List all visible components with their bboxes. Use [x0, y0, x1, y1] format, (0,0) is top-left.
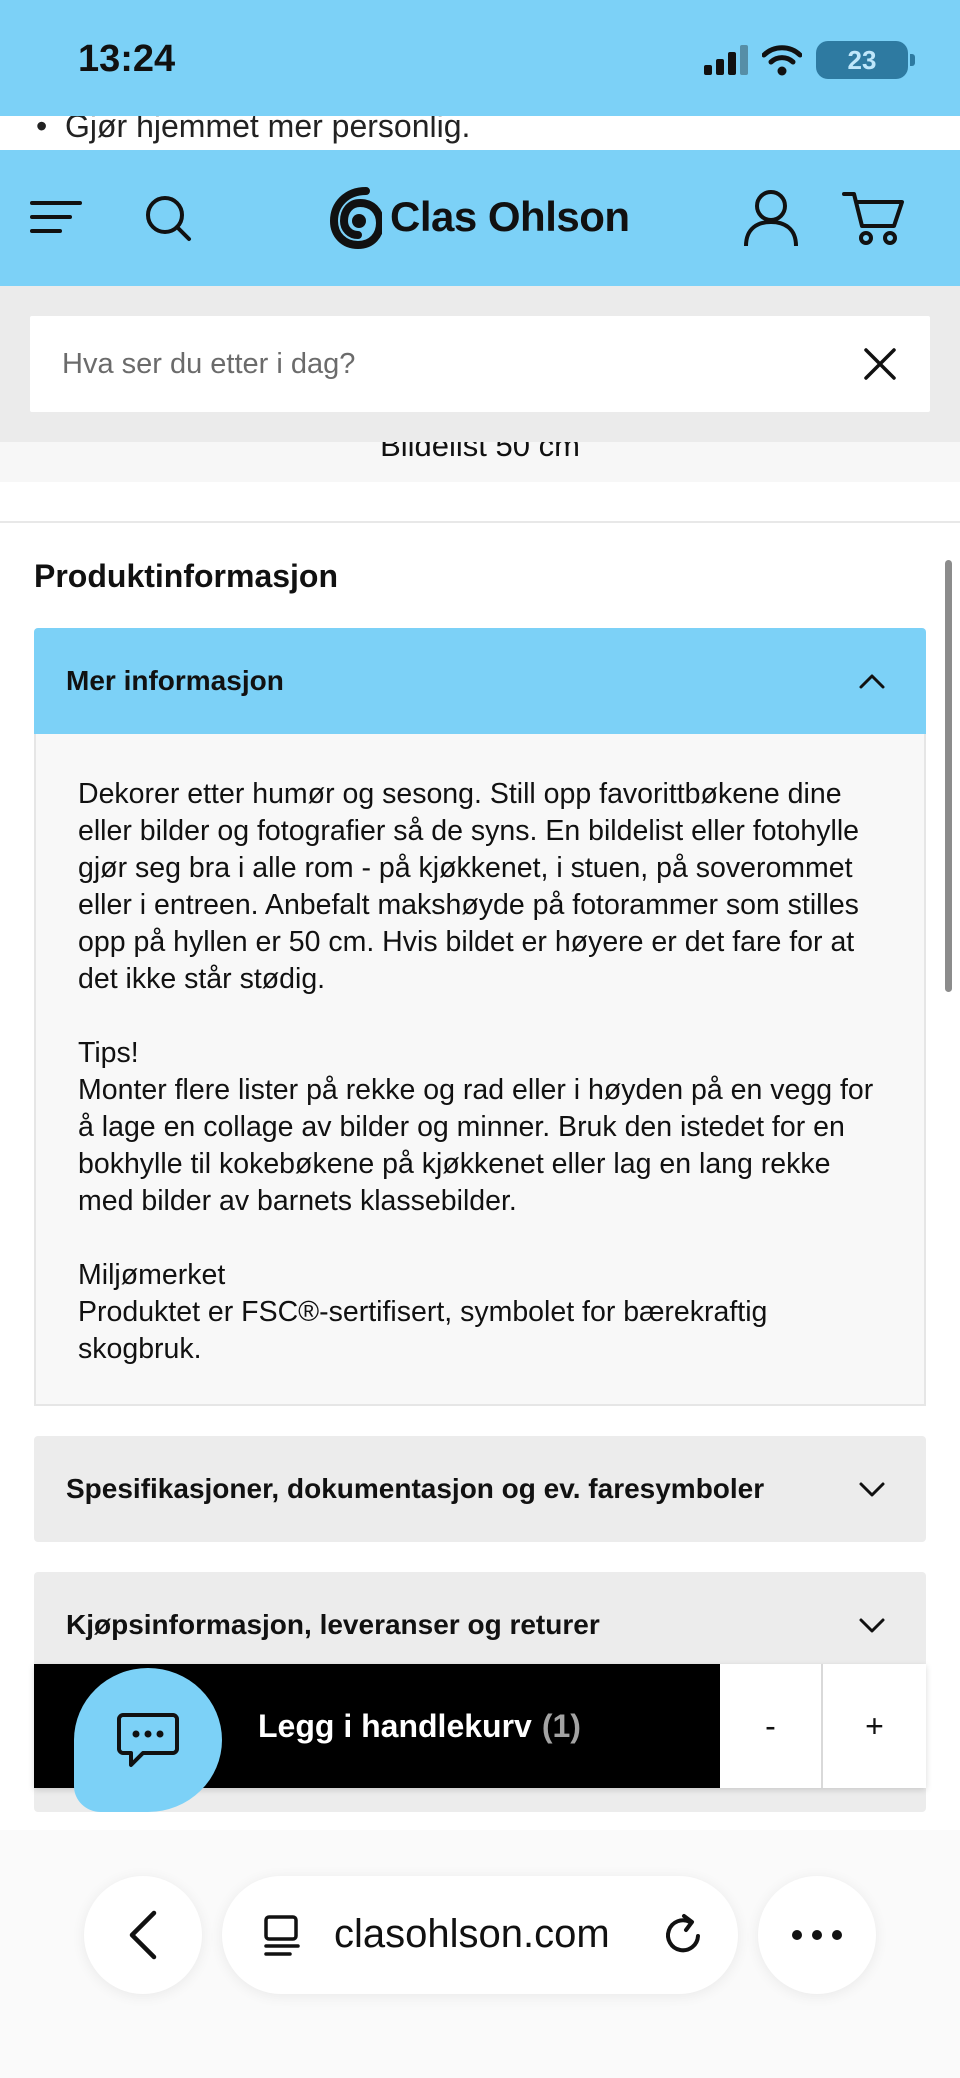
accordion-header-more-info[interactable]: Mer informasjon	[34, 628, 926, 734]
menu-icon[interactable]	[28, 188, 88, 248]
accordion-header-specifications[interactable]: Spesifikasjoner, dokumentasjon og ev. fa…	[34, 1436, 926, 1542]
chevron-left-icon	[129, 1910, 157, 1960]
tips-paragraph: Tips! Monter flere lister på rekke og ra…	[78, 1037, 874, 1217]
address-bar[interactable]: clasohlson.com	[222, 1876, 738, 1994]
chevron-up-icon	[859, 674, 885, 689]
eco-label-paragraph: Miljømerket Produktet er FSC®-sertifiser…	[78, 1259, 768, 1365]
search-area	[0, 286, 960, 442]
close-icon[interactable]	[860, 344, 900, 384]
status-bar: 13:24 23	[0, 0, 960, 116]
browser-toolbar: clasohlson.com	[0, 1830, 960, 2078]
cart-count: (1)	[541, 1707, 581, 1744]
add-to-cart-label: Legg i handlekurv	[258, 1707, 532, 1744]
accordion-title: Kjøpsinformasjon, leveranser og returer	[66, 1609, 600, 1640]
more-icon	[792, 1930, 842, 1940]
signal-icon	[704, 45, 748, 75]
chevron-down-icon	[859, 1482, 885, 1497]
quantity-decrease-button[interactable]: -	[720, 1664, 823, 1788]
page-menu-icon[interactable]	[260, 1914, 304, 1958]
search-box	[30, 316, 930, 412]
scrolled-product-title: Bildelist 50 cm	[0, 442, 960, 482]
brand-logo[interactable]: Clas Ohlson	[330, 182, 630, 252]
scrolled-content-peek: • Gjør hjemmet mer personlig.	[0, 116, 960, 150]
account-icon[interactable]	[740, 186, 802, 248]
description-paragraph: Dekorer etter humør og sesong. Still opp…	[78, 778, 859, 995]
back-button[interactable]	[84, 1876, 202, 1994]
status-time: 13:24	[78, 38, 176, 80]
accordion-title: Mer informasjon	[66, 665, 284, 696]
url-text: clasohlson.com	[334, 1912, 610, 1956]
site-header: Clas Ohlson	[0, 150, 960, 286]
accordion-body-more-info: Dekorer etter humør og sesong. Still opp…	[34, 734, 926, 1406]
wifi-icon	[762, 45, 802, 76]
divider	[0, 521, 960, 523]
scrollbar[interactable]	[945, 560, 952, 992]
scrolled-bullet-text: • Gjør hjemmet mer personlig.	[36, 116, 471, 144]
chevron-down-icon	[859, 1618, 885, 1633]
quantity-increase-button[interactable]: +	[823, 1664, 926, 1788]
section-title: Produktinformasjon	[34, 558, 339, 594]
search-input[interactable]	[62, 340, 842, 388]
reload-icon[interactable]	[660, 1912, 706, 1958]
battery-icon: 23	[816, 41, 915, 79]
more-options-button[interactable]	[758, 1876, 876, 1994]
chat-button[interactable]	[74, 1668, 222, 1812]
chat-icon	[117, 1713, 179, 1767]
search-icon[interactable]	[138, 188, 198, 248]
logo-mark-icon	[330, 187, 382, 249]
accordion-title: Spesifikasjoner, dokumentasjon og ev. fa…	[66, 1473, 765, 1504]
cart-icon[interactable]	[842, 186, 906, 248]
brand-name: Clas Ohlson	[390, 193, 630, 240]
status-icons: 23	[704, 40, 915, 80]
